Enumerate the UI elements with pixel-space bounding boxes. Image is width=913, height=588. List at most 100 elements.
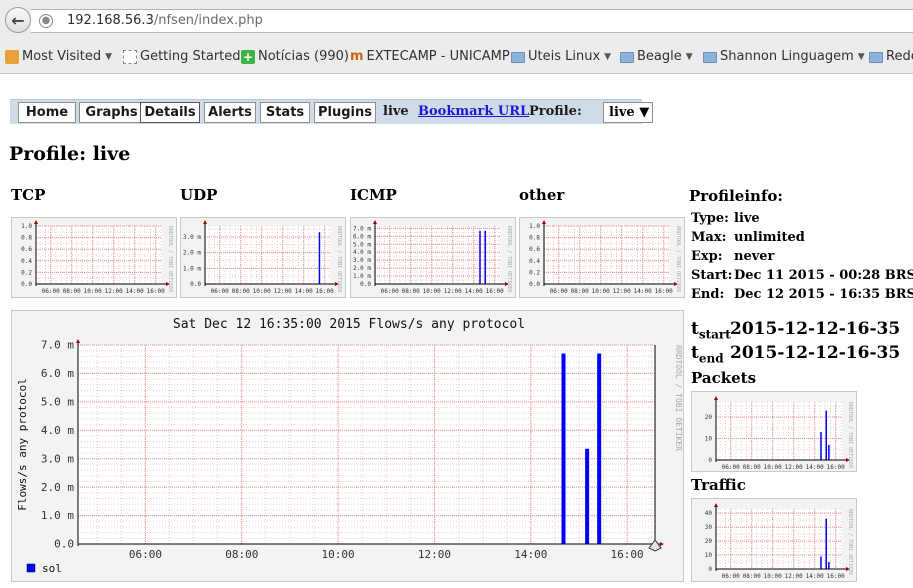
traffic-graph[interactable]: 0 10 20 30 40 06:00 08:00 10:00 12:00 14:00 16:00 R…: [691, 498, 857, 582]
y-tick-label: 3.0 m: [183, 234, 201, 241]
packets-title: Packets: [691, 369, 757, 387]
y-tick-label: 6.0 m: [353, 233, 371, 240]
data-bar: [828, 562, 830, 569]
x-tick-label: 14:00: [465, 288, 483, 295]
bookmark-label: Beagle: [637, 49, 682, 64]
bookmark-item[interactable]: Most Visited ▼: [5, 49, 112, 64]
nav-alerts-button[interactable]: Alerts: [204, 102, 256, 123]
data-bar: [479, 230, 481, 284]
rrdtool-watermark: RRDTOOL / TOBI OETIKER: [167, 226, 173, 293]
folder-icon: [620, 51, 634, 63]
udp-graph[interactable]: 0.0 1.0 m 2.0 m 3.0 m 06:00 08:00 10:00 12:00 14…: [180, 217, 346, 298]
bookmark-item[interactable]: Uteis Linux ▼: [511, 49, 611, 64]
y-tick-label: 10: [705, 436, 713, 443]
info-type: Type: live: [691, 211, 760, 226]
profile-select[interactable]: live ▼: [603, 102, 653, 123]
bookmark-label: Rede: [886, 49, 913, 64]
y-tick-label: 40: [705, 510, 713, 517]
y-tick-label: 0.6: [529, 246, 540, 253]
packets-graph[interactable]: 0 10 20 06:00 08:00 10:00 12:00 14:00 16:00 RRDTO…: [691, 391, 857, 472]
data-bar: [828, 444, 830, 460]
y-tick-label: 2.0 m: [353, 265, 371, 272]
data-bar: [585, 448, 590, 544]
y-tick-label: 5.0 m: [353, 241, 371, 248]
x-tick-label: 12:00: [274, 288, 292, 295]
url-field[interactable]: ● 192.168.56.3/nfsen/index.php: [31, 9, 913, 33]
y-tick-label: 5.0 m: [41, 396, 74, 409]
y-tick-label: 0.8: [529, 235, 540, 242]
udp-title: UDP: [180, 186, 218, 204]
x-tick-label: 14:00: [295, 288, 313, 295]
rrdtool-watermark: RRDTOOL / TOBI OETIKER: [336, 226, 342, 293]
bookmark-label: EXTECAMP - UNICAMP: [366, 49, 510, 64]
x-tick-label: 10:00: [764, 573, 782, 580]
icmp-graph[interactable]: 0.0 1.0 m 2.0 m 3.0 m 4.0 m 5.0 m 6.0 m 7.0 m 06…: [350, 217, 516, 298]
tstart-line: tstart 2015-12-12-16-35: [691, 319, 901, 342]
x-tick-label: 12:00: [613, 288, 631, 295]
legend-label: sol: [42, 562, 62, 575]
bookmark-item[interactable]: + Notícias (990): [241, 49, 349, 64]
tcp-graph[interactable]: 0.0 0.2 0.4 0.6 0.8 1.0 06:00 08:00 10:00 12:00 14…: [11, 217, 177, 298]
x-tick-label: 12:00: [785, 464, 803, 471]
data-bar: [561, 353, 566, 544]
icmp-title: ICMP: [350, 186, 397, 204]
y-tick-label: 0: [708, 566, 712, 573]
bookmark-item[interactable]: Beagle ▼: [620, 49, 693, 64]
browser-toolbar: ← ● 192.168.56.3/nfsen/index.php: [0, 0, 913, 42]
y-axis-label: Flows/s any protocol: [16, 378, 29, 510]
bookmark-label: Notícias (990): [258, 49, 349, 64]
chevron-down-icon: ▼: [857, 51, 865, 62]
nav-plugins-button[interactable]: Plugins: [314, 102, 376, 123]
bookmark-item[interactable]: Getting Started: [123, 49, 241, 64]
x-tick-label: 08:00: [571, 288, 589, 295]
nav-stats-button[interactable]: Stats: [260, 102, 310, 123]
x-tick-label: 16:00: [611, 548, 644, 561]
folder-icon: [703, 51, 717, 63]
legend-swatch: [26, 563, 36, 573]
chevron-down-icon: ▼: [685, 51, 693, 62]
data-bar: [318, 232, 321, 284]
data-bar: [820, 556, 822, 569]
chart-title: Sat Dec 12 16:35:00 2015 Flows/s any pro…: [173, 317, 525, 332]
profile-label: Profile:: [529, 104, 582, 119]
rrdtool-watermark: RRDTOOL / TOBI OETIKER: [674, 345, 683, 451]
bookmark-item[interactable]: Shannon Linguagem ▼: [703, 49, 865, 64]
bookmark-item[interactable]: Rede: [869, 49, 913, 64]
y-tick-label: 7.0 m: [41, 339, 74, 352]
x-tick-label: 10:00: [322, 548, 355, 561]
data-bar: [484, 230, 486, 284]
bookmark-label: Uteis Linux: [528, 49, 601, 64]
y-tick-label: 10: [705, 552, 713, 559]
x-tick-label: 06:00: [129, 548, 162, 561]
x-tick-label: 16:00: [655, 288, 673, 295]
nav-details-button[interactable]: Details: [140, 102, 200, 123]
y-tick-label: 0.2: [529, 269, 540, 276]
nav-profile-name: live: [383, 104, 409, 119]
y-tick-label: 4.0 m: [353, 249, 371, 256]
x-tick-label: 08:00: [402, 288, 420, 295]
page-icon: [123, 49, 137, 64]
chevron-down-icon: ▼: [604, 51, 612, 62]
page-title: Profile: live: [9, 143, 131, 165]
bookmark-item[interactable]: m EXTECAMP - UNICAMP: [350, 49, 510, 64]
y-axis-arrow: [34, 220, 38, 224]
x-tick-label: 10:00: [764, 464, 782, 471]
other-graph[interactable]: 0.0 0.2 0.4 0.6 0.8 1.0 06:00 08:00 10:00 12:00 14…: [519, 217, 685, 298]
back-arrow-icon: ←: [11, 10, 25, 30]
y-tick-label: 3.0 m: [353, 257, 371, 264]
back-button[interactable]: ←: [5, 7, 31, 33]
other-title: other: [519, 186, 565, 204]
x-tick-label: 12:00: [105, 288, 123, 295]
x-tick-label: 12:00: [444, 288, 462, 295]
y-tick-label: 0.0: [54, 538, 74, 551]
x-tick-label: 16:00: [486, 288, 504, 295]
plot-area: [716, 509, 842, 569]
nav-graphs-button[interactable]: Graphs: [79, 102, 144, 123]
x-tick-label: 08:00: [743, 464, 761, 471]
y-tick-label: 0.4: [21, 258, 32, 265]
bookmark-url-link[interactable]: Bookmark URL: [418, 104, 529, 119]
x-tick-label: 08:00: [232, 288, 250, 295]
data-bar: [597, 353, 602, 544]
y-tick-label: 0: [708, 457, 712, 464]
nav-home-button[interactable]: Home: [18, 102, 76, 123]
